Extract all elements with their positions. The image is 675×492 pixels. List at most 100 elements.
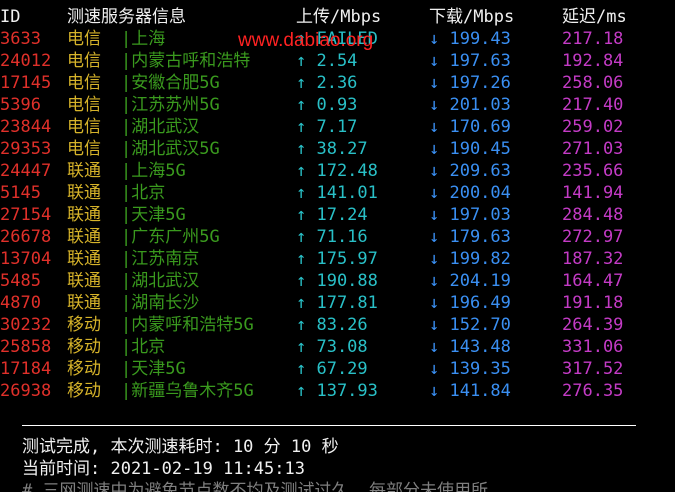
table-row: 25858 移动 |北京 ↑ 73.08 ↓ 143.48 331.06	[0, 336, 675, 358]
table-row: 17184 移动 |天津5G ↑ 67.29 ↓ 139.35 317.52	[0, 358, 675, 380]
server-location: |湖北武汉5G	[121, 139, 220, 159]
table-row: 27154 联通 |天津5G ↑ 17.24 ↓ 197.03 284.48	[0, 204, 675, 226]
server-location: |天津5G	[121, 205, 186, 225]
server-id: 24012	[0, 51, 52, 71]
latency-value: 187.32	[562, 249, 624, 269]
server-location: |上海	[121, 29, 166, 49]
table-row: 23844 电信 |湖北武汉 ↑ 7.17 ↓ 170.69 259.02	[0, 116, 675, 138]
table-row: 24012 电信 |内蒙古呼和浩特 ↑ 2.54 ↓ 197.63 192.84	[0, 50, 675, 72]
server-id: 5145	[0, 183, 41, 203]
isp-name: 联通	[67, 227, 101, 247]
download-speed: ↓ 197.63	[429, 51, 511, 71]
results-header-row: ID 测速服务器信息 上传/Mbps 下载/Mbps 延迟/ms	[0, 6, 675, 28]
server-id: 4870	[0, 293, 41, 313]
upload-speed: ↑ 177.81	[296, 293, 378, 313]
server-location: |北京	[121, 337, 166, 357]
server-id: 29353	[0, 139, 52, 159]
upload-speed: ↑ 83.26	[296, 315, 368, 335]
server-location: |湖北武汉	[121, 117, 200, 137]
isp-name: 电信	[67, 117, 101, 137]
download-speed: ↓ 179.63	[429, 227, 511, 247]
isp-name: 电信	[67, 51, 101, 71]
latency-value: 192.84	[562, 51, 624, 71]
latency-value: 191.18	[562, 293, 624, 313]
download-speed: ↓ 199.43	[429, 29, 511, 49]
isp-name: 联通	[67, 271, 101, 291]
results-table-body: 3633 电信 |上海 ↑ FAILED ↓ 199.43 217.18 24012 电信 |内…	[0, 28, 675, 402]
latency-value: 217.18	[562, 29, 624, 49]
server-id: 26678	[0, 227, 52, 247]
download-speed: ↓ 200.04	[429, 183, 511, 203]
upload-speed: ↑ 175.97	[296, 249, 378, 269]
latency-value: 258.06	[562, 73, 624, 93]
server-location: |广东广州5G	[121, 227, 220, 247]
upload-speed: ↑ 67.29	[296, 359, 368, 379]
latency-value: 141.94	[562, 183, 624, 203]
table-row: 5145 联通 |北京 ↑ 141.01 ↓ 200.04 141.94	[0, 182, 675, 204]
summary-block: 测试完成, 本次测速耗时: 10 分 10 秒 当前时间: 2021-02-19…	[22, 436, 672, 492]
latency-value: 164.47	[562, 271, 624, 291]
upload-speed: ↑ 17.24	[296, 205, 368, 225]
table-row: 13704 联通 |江苏南京 ↑ 175.97 ↓ 199.82 187.32	[0, 248, 675, 270]
isp-name: 移动	[67, 359, 101, 379]
server-location: |内蒙古呼和浩特	[121, 51, 251, 71]
server-id: 23844	[0, 117, 52, 137]
server-location: |天津5G	[121, 359, 186, 379]
download-speed: ↓ 190.45	[429, 139, 511, 159]
table-row: 24447 联通 |上海5G ↑ 172.48 ↓ 209.63 235.66	[0, 160, 675, 182]
server-id: 5485	[0, 271, 41, 291]
download-speed: ↓ 152.70	[429, 315, 511, 335]
speedtest-terminal-output: ID 测速服务器信息 上传/Mbps 下载/Mbps 延迟/ms 3633 电信 |…	[0, 6, 675, 402]
table-row: 26938 移动 |新疆乌鲁木齐5G ↑ 137.93 ↓ 141.84 276.35	[0, 380, 675, 402]
server-location: |安徽合肥5G	[121, 73, 220, 93]
upload-speed: ↑ 141.01	[296, 183, 378, 203]
server-location: |江苏南京	[121, 249, 200, 269]
upload-speed: ↑ 2.54	[296, 51, 358, 71]
isp-name: 联通	[67, 293, 101, 313]
server-id: 26938	[0, 381, 52, 401]
isp-name: 电信	[67, 29, 101, 49]
upload-speed: ↑ 2.36	[296, 73, 358, 93]
server-id: 25858	[0, 337, 52, 357]
download-speed: ↓ 201.03	[429, 95, 511, 115]
latency-value: 264.39	[562, 315, 624, 335]
download-speed: ↓ 143.48	[429, 337, 511, 357]
isp-name: 移动	[67, 337, 101, 357]
isp-name: 联通	[67, 183, 101, 203]
table-row: 30232 移动 |内蒙呼和浩特5G ↑ 83.26 ↓ 152.70 264.39	[0, 314, 675, 336]
latency-value: 271.03	[562, 139, 624, 159]
header-download: 下载/Mbps	[429, 7, 515, 27]
latency-value: 276.35	[562, 381, 624, 401]
site-watermark: www.dabiao.org	[238, 30, 374, 51]
isp-name: 电信	[67, 139, 101, 159]
server-id: 5396	[0, 95, 41, 115]
table-row: 26678 联通 |广东广州5G ↑ 71.16 ↓ 179.63 272.97	[0, 226, 675, 248]
download-speed: ↓ 141.84	[429, 381, 511, 401]
server-id: 27154	[0, 205, 52, 225]
server-location: |上海5G	[121, 161, 186, 181]
note-line: # 三网测速中为避免节点数不均及测试过久, 每部分未使用所	[22, 481, 488, 492]
isp-name: 联通	[67, 205, 101, 225]
header-id: ID	[0, 7, 21, 27]
isp-name: 移动	[67, 381, 101, 401]
download-speed: ↓ 209.63	[429, 161, 511, 181]
isp-name: 电信	[67, 95, 101, 115]
download-speed: ↓ 196.49	[429, 293, 511, 313]
download-speed: ↓ 199.82	[429, 249, 511, 269]
upload-speed: ↑ 71.16	[296, 227, 368, 247]
server-id: 17184	[0, 359, 52, 379]
isp-name: 移动	[67, 315, 101, 335]
separator-line	[22, 425, 636, 426]
table-row: 5396 电信 |江苏苏州5G ↑ 0.93 ↓ 201.03 217.40	[0, 94, 675, 116]
table-row: 29353 电信 |湖北武汉5G ↑ 38.27 ↓ 190.45 271.03	[0, 138, 675, 160]
server-id: 3633	[0, 29, 41, 49]
current-time-line: 当前时间: 2021-02-19 11:45:13	[22, 459, 305, 479]
latency-value: 235.66	[562, 161, 624, 181]
download-speed: ↓ 204.19	[429, 271, 511, 291]
header-latency: 延迟/ms	[562, 7, 627, 27]
server-location: |北京	[121, 183, 166, 203]
server-location: |新疆乌鲁木齐5G	[121, 381, 254, 401]
test-completed-line: 测试完成, 本次测速耗时: 10 分 10 秒	[22, 437, 339, 457]
server-location: |湖南长沙	[121, 293, 200, 313]
server-id: 17145	[0, 73, 52, 93]
